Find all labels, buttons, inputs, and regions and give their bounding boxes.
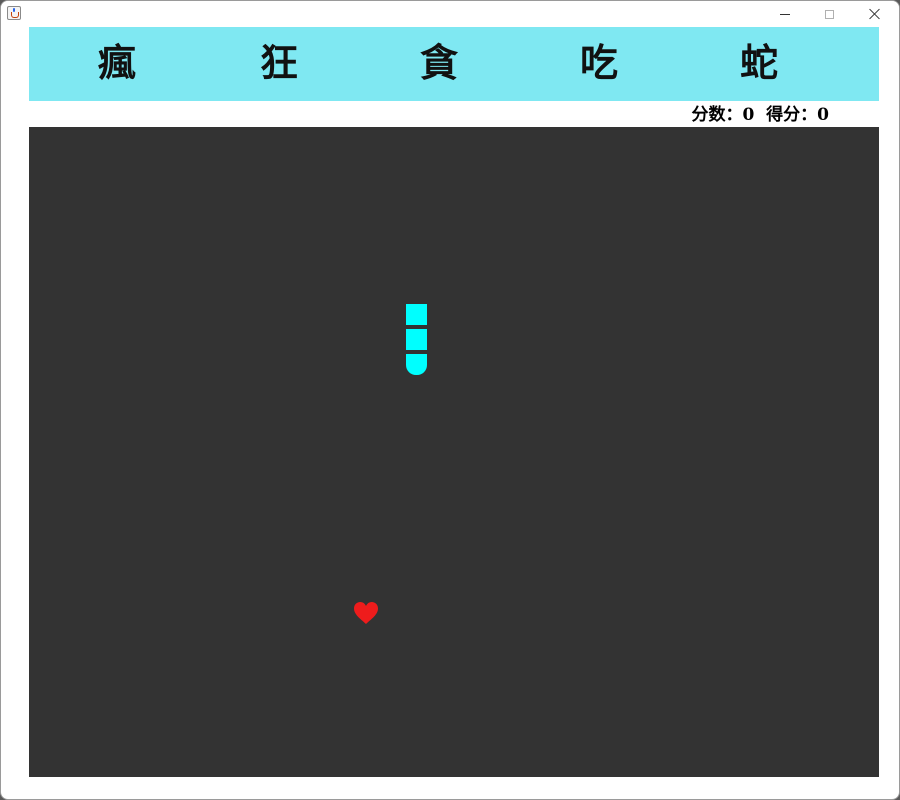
minimize-button[interactable] — [763, 1, 807, 27]
maximize-button[interactable] — [807, 1, 851, 27]
banner-char-3: 貪 — [419, 40, 458, 85]
heart-icon — [354, 602, 378, 624]
title-banner: 瘋 狂 貪 吃 蛇 — [29, 27, 879, 101]
minimize-icon — [780, 13, 790, 15]
game-window: 瘋 狂 貪 吃 蛇 分数：0 得分：0 — [0, 0, 900, 800]
maximize-icon — [824, 9, 834, 19]
banner-char-2: 狂 — [259, 40, 298, 85]
game-board[interactable] — [29, 127, 879, 777]
banner-char-5: 蛇 — [739, 40, 778, 85]
score-text: 分数：0 得分：0 — [691, 105, 830, 125]
banner-char-1: 瘋 — [97, 40, 136, 85]
title-bar[interactable] — [1, 1, 899, 27]
close-icon — [869, 8, 881, 20]
score-bar: 分数：0 得分：0 — [29, 102, 879, 127]
snake-body-segment — [406, 329, 427, 350]
snake-head — [406, 354, 427, 375]
snake-body-segment — [406, 304, 427, 325]
java-cup-shape-icon — [11, 12, 19, 18]
java-cup-icon[interactable] — [7, 6, 21, 20]
close-button[interactable] — [853, 1, 897, 27]
banner-char-4: 吃 — [579, 40, 618, 85]
